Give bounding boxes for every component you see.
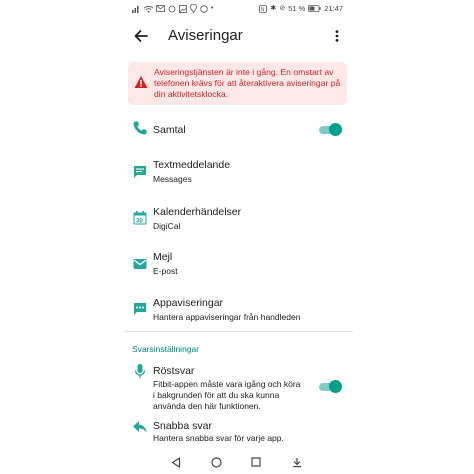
setting-row-email[interactable]: Mejl E-post (124, 249, 353, 281)
setting-row-calls[interactable]: Samtal (124, 118, 353, 142)
triangle-back-icon (171, 456, 181, 468)
service-alert-banner: Aviseringstjänsten är inte i gång. En om… (128, 62, 347, 105)
section-divider (124, 331, 353, 332)
nfc-icon: N (259, 4, 268, 13)
nav-recents-button[interactable] (249, 455, 263, 469)
setting-title: Snabba svar (153, 420, 212, 432)
setting-title: Appaviseringar (153, 297, 224, 309)
setting-title: Röstsvar (153, 365, 195, 377)
photo-status-icon (179, 4, 187, 13)
setting-subtitle: Messages (153, 174, 192, 184)
setting-row-texts[interactable]: Textmeddelande Messages (124, 157, 353, 189)
setting-title: Mejl (153, 251, 173, 263)
more-vertical-icon (335, 30, 339, 42)
alert-message: Aviseringstjänsten är inte i gång. En om… (154, 67, 341, 99)
phone-icon (133, 121, 147, 135)
svg-text:30: 30 (136, 219, 143, 225)
reply-settings-header: Svarsinställningar (132, 344, 200, 354)
bluetooth-icon: ✱ (270, 5, 277, 12)
setting-row-calendar[interactable]: 30 Kalenderhändelser DigiCal (124, 204, 353, 236)
app-bar: Aviseringar (124, 20, 353, 52)
voice-reply-toggle[interactable] (319, 380, 342, 393)
calendar-icon: 30 (133, 211, 147, 225)
nav-back-button[interactable] (169, 455, 183, 469)
toggle-thumb (329, 380, 342, 393)
circle-home-icon (210, 456, 222, 468)
warning-icon (134, 76, 148, 88)
clock-time: 21:47 (324, 4, 343, 13)
email-status-icon (156, 5, 165, 12)
arrow-left-icon (134, 30, 148, 42)
battery-icon (308, 5, 321, 12)
reply-icon (133, 421, 147, 433)
setting-subtitle: Hantera appaviseringar från handleden (153, 312, 301, 322)
nav-home-button[interactable] (209, 455, 223, 469)
mail-icon (133, 259, 147, 269)
nav-notifications-button[interactable] (290, 455, 304, 469)
download-notification-icon (293, 457, 301, 467)
setting-subtitle: E-post (153, 266, 178, 276)
setting-subtitle: Hantera snabba svar för varje app. (153, 433, 284, 443)
page-title: Aviseringar (168, 27, 243, 44)
status-bar: • N ✱ ⊘ 51 % 21:47 (124, 0, 353, 18)
app-notification-icon (134, 303, 146, 315)
setting-title: Kalenderhändelser (153, 206, 242, 218)
setting-title: Samtal (153, 124, 186, 136)
wifi-icon (144, 5, 153, 13)
more-options-button[interactable] (329, 25, 345, 47)
sync-icon (168, 5, 176, 12)
setting-subtitle: DigiCal (153, 221, 181, 231)
system-navigation-bar (124, 452, 353, 470)
battery-percent: 51 % (288, 4, 306, 13)
setting-row-voice-reply[interactable]: Röstsvar Fitbit-appen måste vara igång o… (124, 362, 353, 411)
status-right-icons: N ✱ ⊘ 51 % 21:47 (259, 4, 343, 13)
microphone-icon (134, 364, 146, 378)
calls-toggle[interactable] (319, 123, 342, 136)
svg-text:N: N (261, 7, 265, 13)
setting-row-app-notifications[interactable]: Appaviseringar Hantera appaviseringar fr… (124, 295, 353, 327)
more-notifications-icon: • (211, 5, 214, 12)
back-button[interactable] (130, 25, 152, 47)
whatsapp-status-icon (200, 4, 208, 13)
phone-screen: • N ✱ ⊘ 51 % 21:47 Aviseringar Avisering… (124, 0, 353, 474)
setting-subtitle: Fitbit-appen måste vara igång och köra i… (153, 379, 301, 411)
mute-icon: ⊘ (279, 5, 286, 12)
setting-row-quick-replies[interactable]: Snabba svar Hantera snabba svar för varj… (124, 418, 353, 446)
status-left-icons: • (132, 4, 213, 13)
signal-icon (132, 5, 139, 13)
toggle-thumb (329, 123, 342, 136)
message-icon (134, 166, 146, 178)
square-recents-icon (251, 457, 261, 467)
location-status-icon (190, 4, 197, 13)
setting-title: Textmeddelande (153, 159, 231, 171)
